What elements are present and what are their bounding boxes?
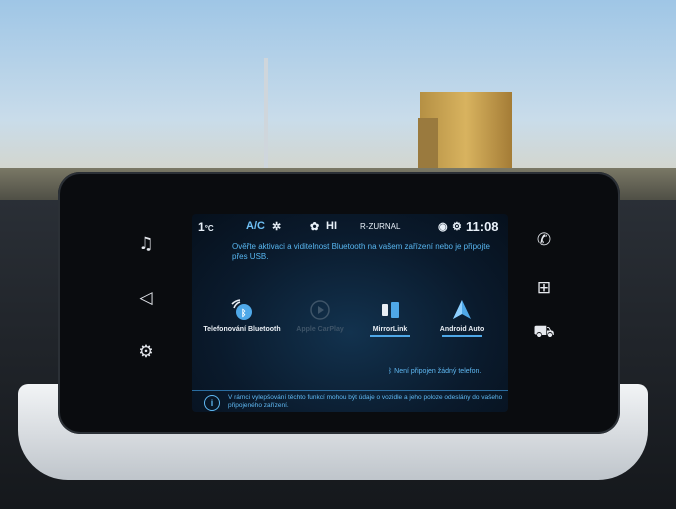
app-apple-carplay[interactable]: Apple CarPlay xyxy=(280,298,360,358)
bluetooth-phone-icon: ᛒ xyxy=(231,299,252,320)
app-mirrorlink[interactable]: MirrorLink xyxy=(350,298,430,358)
mirrorlink-underline xyxy=(370,335,410,337)
touchscreen: 1°C A/C ✲ ✿ HI R-ZURNAL ◉ ⚙ 11:08 Ověřte… xyxy=(192,214,508,412)
mirrorlink-icon xyxy=(382,302,399,318)
fan-icon[interactable]: ✿ xyxy=(310,220,319,233)
right-button-column: ✆ ⊞ ⛟ xyxy=(508,188,580,418)
clock: 11:08 xyxy=(466,219,499,234)
fan-level[interactable]: HI xyxy=(326,220,337,232)
street-lamp xyxy=(264,58,268,176)
info-footer: i V rámci vylepšování těchto funkcí moho… xyxy=(192,390,508,412)
music-note-icon[interactable]: ♫ xyxy=(128,232,164,256)
status-bar: 1°C A/C ✲ ✿ HI R-ZURNAL ◉ ⚙ 11:08 xyxy=(192,214,508,238)
android-auto-icon xyxy=(453,300,471,319)
app-label: Apple CarPlay xyxy=(296,326,344,333)
svg-text:ᛒ: ᛒ xyxy=(241,308,246,319)
app-label: MirrorLink xyxy=(372,326,408,333)
bluetooth-instruction: Ověřte aktivaci a viditelnost Bluetooth … xyxy=(232,242,490,261)
app-label: Android Auto xyxy=(439,326,485,333)
settings-icon[interactable]: ⚙ xyxy=(452,220,462,233)
phone-icon[interactable]: ✆ xyxy=(526,228,562,252)
vehicle-icon[interactable]: ⛟ xyxy=(526,320,562,344)
bluetooth-icon: ᛒ xyxy=(388,368,393,375)
footer-note: V rámci vylepšování těchto funkcí mohou … xyxy=(228,394,503,409)
temperature-value[interactable]: 1°C xyxy=(198,220,214,234)
ac-button[interactable]: A/C xyxy=(246,220,265,232)
app-android-auto[interactable]: Android Auto xyxy=(422,298,502,358)
radio-station[interactable]: R-ZURNAL xyxy=(360,222,400,231)
android-auto-underline xyxy=(442,335,482,337)
navigation-icon[interactable]: ◁ xyxy=(128,286,164,310)
app-label: Telefonování Bluetooth xyxy=(203,326,281,333)
car-settings-icon[interactable]: ⚙ xyxy=(128,340,164,364)
location-icon: ◉ xyxy=(438,221,448,233)
apps-grid-icon[interactable]: ⊞ xyxy=(526,276,562,300)
app-bluetooth-phone[interactable]: ᛒ Telefonování Bluetooth xyxy=(202,298,282,358)
airflow-icon[interactable]: ✲ xyxy=(272,220,281,233)
connection-status: ᛒ Není připojen žádný telefon. xyxy=(388,368,482,375)
left-button-column: ♫ ◁ ⚙ xyxy=(110,188,182,418)
info-icon[interactable]: i xyxy=(204,395,220,411)
carplay-icon xyxy=(310,300,330,320)
